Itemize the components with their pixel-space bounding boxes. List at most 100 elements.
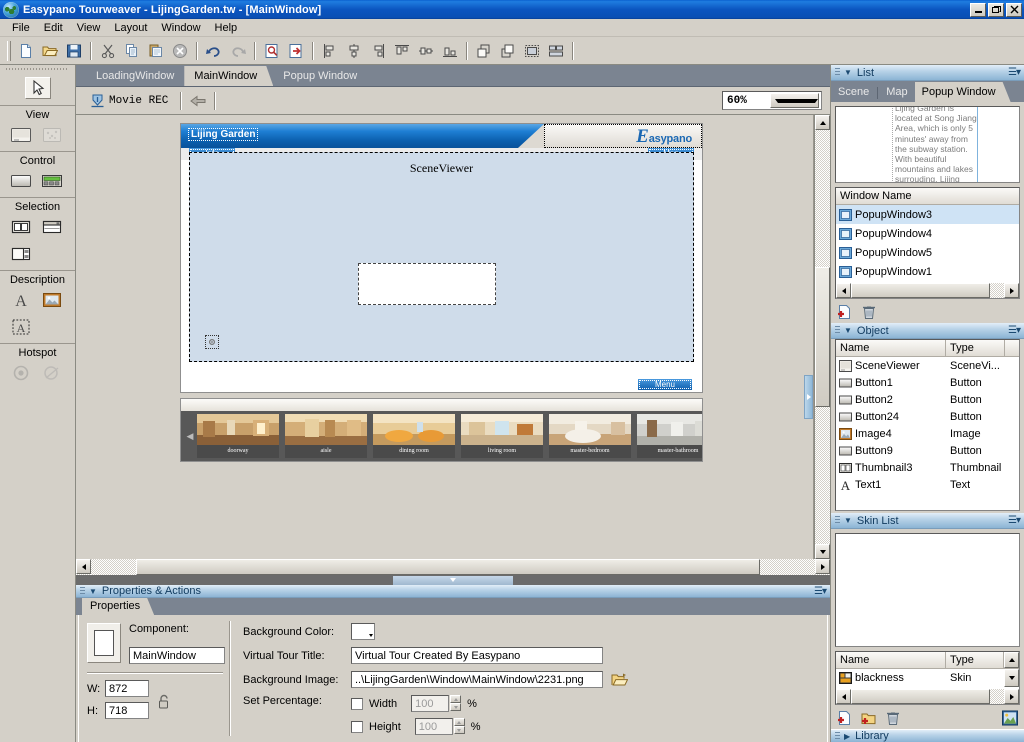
flash-viewer-tool-icon[interactable] bbox=[39, 124, 65, 146]
scroll-right-icon[interactable] bbox=[1004, 689, 1019, 704]
image-tool-icon[interactable] bbox=[39, 289, 65, 311]
delete-trash-icon[interactable] bbox=[885, 710, 901, 726]
chevron-down-icon[interactable]: ▼ bbox=[844, 326, 852, 335]
panel-grip[interactable] bbox=[835, 68, 840, 77]
table-row[interactable]: Button1 Button bbox=[836, 374, 1019, 391]
table-row[interactable]: A Text1 Text bbox=[836, 476, 1019, 493]
vscroll-thumb[interactable] bbox=[815, 267, 830, 407]
toolbar-grip[interactable] bbox=[7, 41, 11, 61]
panel-splitter[interactable] bbox=[76, 575, 830, 585]
skin-horizontal-scrollbar[interactable] bbox=[836, 689, 1019, 704]
open-folder-icon[interactable] bbox=[39, 40, 61, 62]
popup-window-preview[interactable]: Lijing Garden is located at Song Jiang A… bbox=[835, 106, 1020, 183]
thumbnail-tool-icon[interactable] bbox=[8, 216, 34, 238]
menu-edit[interactable]: Edit bbox=[37, 20, 70, 36]
background-image-input[interactable]: ..\LijingGarden\Window\MainWindow\2231.p… bbox=[351, 671, 603, 688]
unlocked-padlock-icon[interactable] bbox=[157, 694, 171, 710]
hscroll-thumb[interactable] bbox=[136, 559, 760, 575]
scroll-left-icon[interactable] bbox=[76, 559, 91, 574]
align-center-horizontal-icon[interactable] bbox=[343, 40, 365, 62]
tab-scene[interactable]: Scene bbox=[831, 82, 876, 102]
table-row[interactable]: Image4 Image bbox=[836, 425, 1019, 442]
minimize-button[interactable] bbox=[970, 3, 986, 17]
table-row[interactable]: Button24 Button bbox=[836, 408, 1019, 425]
skin-editor-icon[interactable] bbox=[1002, 710, 1018, 726]
virtual-tour-title-input[interactable]: Virtual Tour Created By Easypano bbox=[351, 647, 603, 664]
table-row[interactable]: blackness Skin bbox=[836, 669, 1004, 687]
send-backward-icon[interactable] bbox=[497, 40, 519, 62]
chevron-right-icon[interactable]: ▶ bbox=[844, 732, 850, 741]
scroll-up-icon[interactable] bbox=[815, 115, 830, 130]
cut-scissors-icon[interactable] bbox=[97, 40, 119, 62]
percent-width-checkbox[interactable] bbox=[351, 698, 363, 710]
percent-height-input[interactable]: 100 bbox=[415, 718, 453, 735]
panel-grip[interactable] bbox=[80, 587, 85, 596]
library-panel-header[interactable]: ▶ Library bbox=[831, 729, 1024, 742]
text-tool-icon[interactable]: A bbox=[8, 289, 34, 311]
delete-circle-icon[interactable] bbox=[169, 40, 191, 62]
new-skin-icon[interactable] bbox=[837, 710, 853, 726]
list-horizontal-scrollbar[interactable] bbox=[836, 283, 1019, 298]
publish-export-icon[interactable] bbox=[285, 40, 307, 62]
text-area-tool-icon[interactable]: A bbox=[8, 316, 34, 338]
width-input[interactable]: 872 bbox=[105, 680, 149, 697]
arrow-cursor-icon[interactable] bbox=[25, 77, 51, 99]
panel-menu-icon[interactable]: ☰▾ bbox=[1008, 325, 1020, 336]
canvas-collapse-handle[interactable] bbox=[804, 375, 813, 419]
group-icon[interactable] bbox=[521, 40, 543, 62]
align-middle-vertical-icon[interactable] bbox=[415, 40, 437, 62]
canvas-vertical-scrollbar[interactable] bbox=[814, 115, 830, 559]
table-row[interactable]: Button9 Button bbox=[836, 442, 1019, 459]
background-color-swatch[interactable] bbox=[351, 623, 375, 640]
open-skin-folder-icon[interactable] bbox=[861, 710, 877, 726]
design-canvas[interactable]: Lijing Garden E asypano Info Map bbox=[76, 115, 814, 559]
tab-popupwindow[interactable]: Popup Window bbox=[273, 66, 367, 86]
tab-properties[interactable]: Properties bbox=[82, 598, 154, 615]
chevron-left-icon[interactable]: ◀ bbox=[186, 431, 194, 442]
percent-width-input[interactable]: 100 bbox=[411, 695, 449, 712]
panel-grip[interactable] bbox=[835, 516, 840, 525]
tab-popup-window[interactable]: Popup Window bbox=[915, 82, 1011, 102]
table-row[interactable]: SceneViewer SceneVi... bbox=[836, 357, 1019, 374]
chevron-down-icon[interactable]: ▼ bbox=[844, 68, 852, 77]
settings-gear-icon[interactable] bbox=[205, 335, 219, 349]
preview-magnifier-icon[interactable] bbox=[261, 40, 283, 62]
skin-preview-area[interactable] bbox=[835, 533, 1020, 647]
panel-grip[interactable] bbox=[835, 326, 840, 335]
scene-viewer-tool-icon[interactable] bbox=[8, 124, 34, 146]
main-window-stage[interactable]: Lijing Garden E asypano Info Map bbox=[180, 123, 703, 393]
close-button[interactable] bbox=[1006, 3, 1022, 17]
scroll-left-icon[interactable] bbox=[836, 283, 851, 298]
chevron-down-icon[interactable] bbox=[770, 93, 819, 108]
palette-grip[interactable] bbox=[0, 65, 75, 73]
combobox-tool-icon[interactable] bbox=[39, 216, 65, 238]
component-value[interactable]: MainWindow bbox=[129, 647, 225, 664]
scroll-up-icon[interactable] bbox=[1004, 652, 1019, 668]
tab-mainwindow[interactable]: MainWindow bbox=[184, 66, 273, 86]
menu-window[interactable]: Window bbox=[154, 20, 207, 36]
list-item[interactable]: master-bathroom bbox=[637, 414, 703, 458]
align-right-icon[interactable] bbox=[367, 40, 389, 62]
table-row[interactable]: PopupWindow4 bbox=[836, 224, 1019, 243]
restore-button[interactable] bbox=[988, 3, 1004, 17]
panel-menu-icon[interactable]: ☰▾ bbox=[814, 586, 826, 597]
menu-button[interactable]: Menu bbox=[638, 379, 692, 390]
button-tool-icon[interactable] bbox=[8, 170, 34, 192]
open-folder-icon[interactable] bbox=[611, 672, 628, 687]
splitter-collapse-handle[interactable] bbox=[393, 576, 513, 585]
percent-width-spin-up[interactable] bbox=[450, 695, 461, 703]
align-bottom-icon[interactable] bbox=[439, 40, 461, 62]
zoom-select[interactable]: 60% bbox=[722, 91, 822, 110]
percent-height-checkbox[interactable] bbox=[351, 721, 363, 733]
scroll-right-icon[interactable] bbox=[1004, 283, 1019, 298]
scroll-down-icon[interactable] bbox=[1004, 669, 1019, 687]
logo-panel[interactable]: E asypano bbox=[544, 124, 702, 148]
canvas-horizontal-scrollbar[interactable] bbox=[76, 559, 830, 575]
table-row[interactable]: PopupWindow1 bbox=[836, 262, 1019, 281]
text-object[interactable] bbox=[358, 263, 496, 305]
scroll-right-icon[interactable] bbox=[815, 559, 830, 574]
skin-list[interactable]: Name Type blackness Skin bbox=[835, 651, 1020, 705]
height-input[interactable]: 718 bbox=[105, 702, 149, 719]
paste-icon[interactable] bbox=[145, 40, 167, 62]
add-popup-window-icon[interactable] bbox=[837, 304, 853, 320]
